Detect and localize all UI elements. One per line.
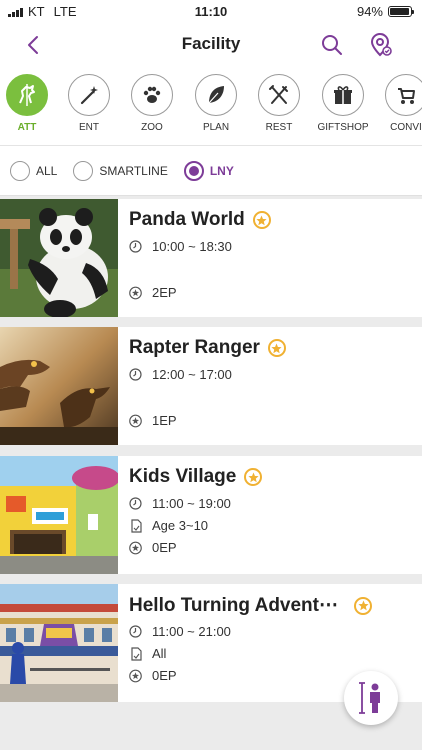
favorite-star-icon[interactable]	[267, 339, 286, 357]
ep-text: 2EP	[152, 285, 177, 300]
clock-icon	[129, 368, 142, 381]
facility-name: Panda World	[129, 209, 245, 230]
age-text: All	[152, 646, 167, 661]
ep-text: 1EP	[152, 413, 177, 428]
express-pass: 0EP	[129, 668, 177, 683]
hours-text: 11:00 ~ 21:00	[152, 624, 231, 639]
magic-wand-icon	[80, 86, 98, 105]
filter-all[interactable]: ALL	[10, 160, 58, 181]
hours-text: 11:00 ~ 19:00	[152, 496, 231, 511]
category-rest[interactable]: REST	[247, 74, 311, 133]
operating-hours: 11:00 ~ 21:00	[129, 624, 231, 639]
star-circle-icon	[129, 669, 142, 682]
category-zoo[interactable]: ZOO	[120, 74, 184, 133]
ep-text: 0EP	[152, 540, 177, 555]
operating-hours: 10:00 ~ 18:30	[129, 239, 232, 254]
facility-photo	[0, 456, 118, 574]
category-att[interactable]: ATT	[0, 74, 59, 133]
age-limit: Age 3~10	[129, 518, 208, 533]
carousel-horse-icon	[19, 84, 35, 106]
operating-hours: 12:00 ~ 17:00	[129, 367, 232, 382]
facility-card[interactable]: Panda World 10:00 ~ 18:30 2EP	[0, 199, 422, 317]
facility-name: Rapter Ranger	[129, 337, 260, 358]
category-convi[interactable]: CONVI	[374, 74, 422, 133]
radio-button[interactable]	[73, 160, 94, 181]
facility-card[interactable]: Kids Village 11:00 ~ 19:00 Age 3~10 0EP	[0, 456, 422, 574]
filter-smartline[interactable]: SMARTLINE	[73, 160, 168, 181]
category-label: REST	[265, 122, 293, 133]
favorite-star-icon[interactable]	[244, 468, 263, 486]
facility-photo	[0, 199, 118, 317]
star-circle-icon	[129, 286, 142, 299]
category-label: PLAN	[202, 122, 230, 133]
category-label: ENT	[79, 122, 99, 133]
ep-text: 0EP	[152, 668, 177, 683]
paw-icon	[143, 86, 161, 103]
gift-icon	[334, 86, 352, 104]
radio-button[interactable]	[183, 160, 204, 181]
facility-name: Hello Turning Advent⋯	[129, 595, 338, 616]
filter-label: SMARTLINE	[99, 163, 168, 178]
age-text: Age 3~10	[152, 518, 209, 533]
height-measure-icon	[359, 682, 380, 714]
fork-knife-icon	[269, 85, 288, 104]
location-button[interactable]	[366, 30, 396, 60]
filter-bar: ALL SMARTLINE LNY	[0, 146, 422, 196]
battery-percent: 94%	[356, 4, 383, 19]
category-giftshop[interactable]: GIFTSHOP	[311, 74, 375, 133]
facility-photo	[0, 327, 118, 445]
facility-card[interactable]: Rapter Ranger 12:00 ~ 17:00 1EP	[0, 327, 422, 445]
category-label: GIFTSHOP	[317, 122, 369, 133]
operating-hours: 11:00 ~ 19:00	[129, 496, 231, 511]
leaf-icon	[208, 86, 224, 104]
hours-text: 10:00 ~ 18:30	[152, 239, 232, 254]
favorite-star-icon[interactable]	[354, 596, 372, 615]
filter-lny[interactable]: LNY	[183, 160, 234, 181]
map-pin-icon	[370, 33, 392, 57]
status-bar: KT LTE 11:10 94%	[0, 0, 422, 24]
category-plan[interactable]: PLAN	[184, 74, 248, 133]
facility-name: Kids Village	[129, 466, 237, 487]
category-ent[interactable]: ENT	[57, 74, 121, 133]
category-label: CONVI	[390, 122, 422, 133]
height-check-button[interactable]	[344, 671, 398, 725]
clock-icon	[129, 625, 142, 638]
facility-photo	[0, 584, 118, 702]
category-label: ZOO	[141, 122, 163, 133]
express-pass: 1EP	[129, 413, 177, 428]
express-pass: 2EP	[129, 285, 177, 300]
favorite-star-icon[interactable]	[252, 211, 271, 229]
age-limit: All	[129, 646, 166, 661]
stroller-icon	[398, 88, 415, 104]
category-label: ATT	[17, 122, 37, 133]
radio-button[interactable]	[10, 160, 30, 181]
document-icon	[129, 518, 142, 533]
category-strip: ATT ENT ZOO PLAN REST GIFTSHOP CONVI	[0, 64, 422, 146]
document-icon	[129, 646, 142, 661]
express-pass: 0EP	[129, 540, 177, 555]
star-circle-icon	[129, 541, 142, 554]
clock-icon	[129, 497, 142, 510]
search-icon	[322, 35, 342, 55]
hours-text: 12:00 ~ 17:00	[152, 367, 232, 382]
star-circle-icon	[129, 414, 142, 427]
battery-icon	[388, 6, 414, 17]
nav-bar: Facility	[0, 24, 422, 64]
page-title: Facility	[181, 34, 241, 53]
filter-label: LNY	[209, 163, 234, 178]
search-button[interactable]	[317, 30, 347, 60]
clock-icon	[129, 240, 142, 253]
filter-label: ALL	[36, 163, 58, 178]
